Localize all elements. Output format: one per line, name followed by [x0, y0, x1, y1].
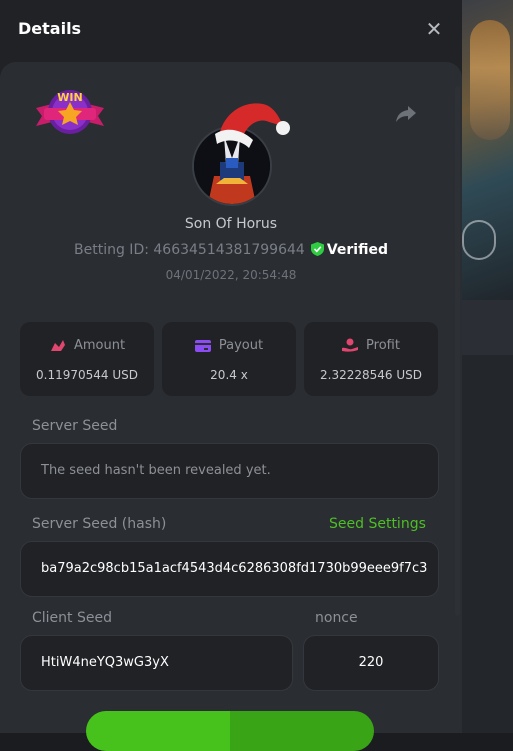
svg-text:WIN: WIN [57, 91, 82, 104]
bet-timestamp: 04/01/2022, 20:54:48 [165, 268, 297, 282]
nonce-value: 220 [358, 655, 384, 670]
client-seed-label: Client Seed [32, 610, 112, 626]
stat-amount-value: 0.11970544 USD [36, 368, 138, 382]
betting-id-row: Betting ID: 46634514381799644 Verified [0, 242, 462, 258]
verify-button[interactable] [86, 711, 374, 751]
stat-payout-label: Payout [162, 338, 296, 353]
card-icon [194, 340, 211, 352]
server-seed-label: Server Seed [32, 418, 118, 434]
background-character [470, 20, 510, 140]
seed-settings-link[interactable]: Seed Settings [329, 516, 426, 532]
betting-id: Betting ID: 46634514381799644 [74, 242, 305, 258]
stat-payout-value: 20.4 x [210, 368, 248, 382]
client-seed-field[interactable]: HtiW4neYQ3wG3yX [20, 635, 293, 691]
background-play-icon [462, 220, 496, 260]
santa-hat-icon [215, 103, 290, 148]
details-modal: Details ✕ WIN Son Of Horus Betting ID: 4… [0, 0, 462, 751]
server-seed-field: The seed hasn't been revealed yet. [20, 443, 439, 499]
profit-icon [342, 338, 359, 352]
client-seed-value: HtiW4neYQ3wG3yX [41, 655, 169, 670]
win-badge-icon: WIN [36, 90, 104, 134]
stat-payout: Payout 20.4 x [162, 322, 296, 396]
share-icon[interactable] [394, 101, 418, 125]
shield-check-icon [310, 242, 324, 256]
server-seed-value: The seed hasn't been revealed yet. [41, 463, 271, 478]
background-panel [462, 300, 513, 355]
stat-amount-label: Amount [20, 338, 154, 353]
stat-profit-value: 2.32228546 USD [320, 368, 422, 382]
username: Son Of Horus [184, 216, 278, 232]
modal-header: Details ✕ [0, 0, 462, 60]
nonce-label: nonce [315, 610, 358, 626]
server-seed-hash-field[interactable]: ba79a2c98cb15a1acf4543d4c6286308fd1730b9… [20, 541, 439, 597]
server-seed-hash-value: ba79a2c98cb15a1acf4543d4c6286308fd1730b9… [41, 561, 428, 576]
stat-amount: Amount 0.11970544 USD [20, 322, 154, 396]
verified-label: Verified [326, 242, 388, 258]
modal-title: Details [18, 19, 82, 38]
close-icon[interactable]: ✕ [423, 18, 445, 40]
server-seed-hash-label: Server Seed (hash) [32, 516, 167, 532]
stat-profit: Profit 2.32228546 USD [304, 322, 438, 396]
scrollbar[interactable] [455, 86, 460, 616]
amount-icon [50, 340, 65, 351]
stat-profit-label: Profit [304, 338, 438, 353]
nonce-field[interactable]: 220 [303, 635, 439, 691]
